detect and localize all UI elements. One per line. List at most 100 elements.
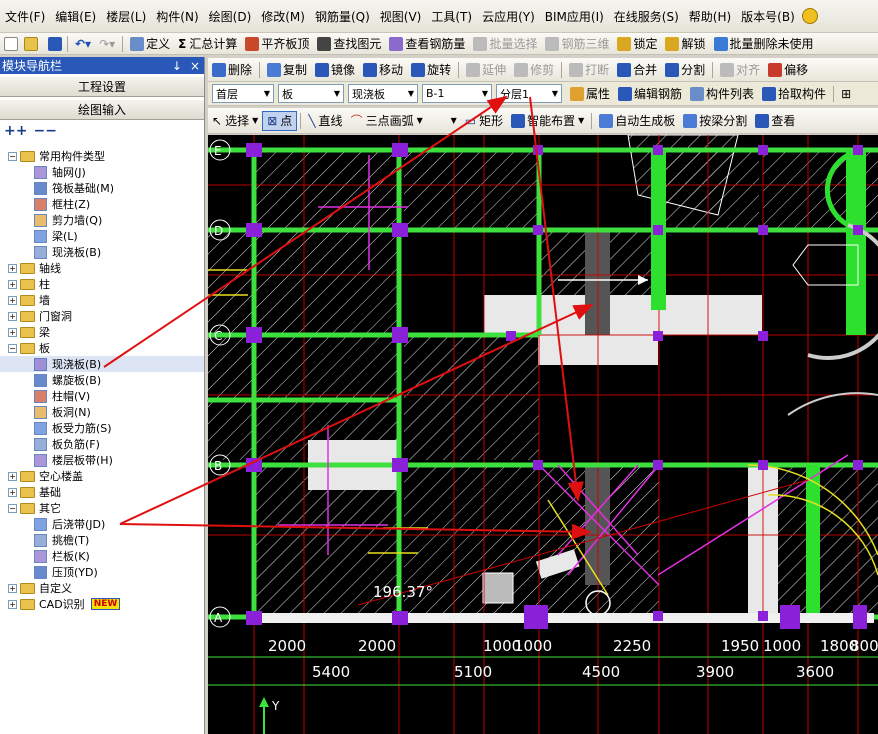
menu-bim[interactable]: BIM应用(I) [540,8,609,25]
menu-draw[interactable]: 绘图(D) [204,8,257,25]
drawing-canvas[interactable]: E D C B A 196.37° 2000 2000 1000 1000 22… [208,135,878,734]
trim-button[interactable]: 修剪 [510,60,558,80]
menu-component[interactable]: 构件(N) [151,8,203,25]
menu-help[interactable]: 帮助(H) [684,8,736,25]
tree-node[interactable]: 框柱(Z) [0,196,204,212]
tree-node[interactable]: − 其它 [0,500,204,516]
rect-button[interactable]: ▭ 矩形 [461,111,507,131]
expand-all-icon[interactable]: ++ [4,123,27,139]
undo-icon[interactable]: ↶▾ [71,34,95,54]
split-button[interactable]: 分割 [661,60,709,80]
tree-node[interactable]: 现浇板(B) [0,356,204,372]
menu-online[interactable]: 在线服务(S) [609,8,684,25]
extend-button[interactable]: 延伸 [462,60,510,80]
pick-element-button[interactable]: 拾取构件 [758,84,830,104]
tree-node[interactable]: 轴网(J) [0,164,204,180]
tree-node[interactable]: − 板 [0,340,204,356]
project-settings-button[interactable]: 工程设置 [0,76,204,97]
find-element-button[interactable]: 查找图元 [313,34,385,54]
menu-version[interactable]: 版本号(B) [736,8,800,25]
type-dropdown[interactable]: 现浇板 ▼ [348,84,418,103]
tree-node[interactable]: + 自定义 [0,580,204,596]
tree-node[interactable]: 压顶(YD) [0,564,204,580]
tree-node[interactable]: + 门窗洞 [0,308,204,324]
name-dropdown[interactable]: B-1 ▼ [422,84,492,103]
tree-node[interactable]: + 柱 [0,276,204,292]
tree-node[interactable]: 现浇板(B) [0,244,204,260]
copy-button[interactable]: 复制 [263,60,311,80]
collapse-all-icon[interactable]: −− [33,123,56,139]
tree-node[interactable]: + 梁 [0,324,204,340]
tree-node[interactable]: 螺旋板(B) [0,372,204,388]
new-file-icon[interactable] [4,36,18,51]
menu-rebar[interactable]: 钢筋量(Q) [310,8,375,25]
auto-board-button[interactable]: 自动生成板 [595,111,679,131]
menu-file[interactable]: 文件(F) [0,8,50,25]
tree-node[interactable]: 板洞(N) [0,404,204,420]
expand-icon[interactable]: + [8,295,17,305]
layer-dropdown[interactable]: 分层1 ▼ [496,84,562,103]
level-board-button[interactable]: 平齐板顶 [241,34,313,54]
view-button[interactable]: 查看 [751,111,799,131]
merge-button[interactable]: 合并 [613,60,661,80]
line-button[interactable]: ╲ 直线 [304,111,346,131]
menu-tools[interactable]: 工具(T) [426,8,477,25]
tree-node[interactable]: − 常用构件类型 [0,148,204,164]
batch-delete-button[interactable]: 批量删除未使用 [710,34,818,54]
menu-modify[interactable]: 修改(M) [256,8,310,25]
redo-icon[interactable]: ↷▾ [95,34,119,54]
expand-icon[interactable]: + [8,583,17,593]
split-by-beam-button[interactable]: 按梁分割 [679,111,751,131]
batch-select-button[interactable]: 批量选择 [469,34,541,54]
tree-node[interactable]: 梁(L) [0,228,204,244]
tree-node[interactable]: + 墙 [0,292,204,308]
expand-icon[interactable]: + [8,471,17,481]
arc-options-dropdown[interactable]: ▼ [427,111,461,131]
expand-icon[interactable]: + [8,311,17,321]
tree-node[interactable]: 栏板(K) [0,548,204,564]
delete-button[interactable]: 删除 [208,60,256,80]
grid-icon[interactable]: ⊞ [837,84,855,104]
tree-node[interactable]: + CAD识别 NEW [0,596,204,612]
expand-icon[interactable]: + [8,327,17,337]
open-folder-icon[interactable] [24,36,38,51]
menu-edit[interactable]: 编辑(E) [50,8,101,25]
break-button[interactable]: 打断 [565,60,613,80]
tree-node[interactable]: 板负筋(F) [0,436,204,452]
collapse-icon[interactable]: − [8,503,17,513]
smiley-icon[interactable] [801,8,818,24]
tree-node[interactable]: 柱帽(V) [0,388,204,404]
lock-button[interactable]: 锁定 [613,34,661,54]
menu-view[interactable]: 视图(V) [375,8,427,25]
expand-icon[interactable]: + [8,279,17,289]
rotate-button[interactable]: 旋转 [407,60,455,80]
move-button[interactable]: 移动 [359,60,407,80]
view-rebar-button[interactable]: 查看钢筋量 [385,34,469,54]
smart-layout-button[interactable]: 智能布置 ▼ [507,111,588,131]
point-button[interactable]: ⊠ 点 [262,110,298,131]
define-button[interactable]: 定义 [126,34,174,54]
select-button[interactable]: ↖ 选择 ▼ [208,111,262,131]
tree-node[interactable]: 后浇带(JD) [0,516,204,532]
drawing-input-button[interactable]: 绘图输入 [0,99,204,120]
offset-button[interactable]: 偏移 [764,60,812,80]
properties-button[interactable]: 属性 [566,84,614,104]
save-icon[interactable] [48,36,62,51]
menu-floor[interactable]: 楼层(L) [101,8,151,25]
tree-node[interactable]: 楼层板带(H) [0,452,204,468]
element-list-button[interactable]: 构件列表 [686,84,758,104]
tree-node[interactable]: + 基础 [0,484,204,500]
pin-icon[interactable]: ↓ [172,59,182,73]
collapse-icon[interactable]: − [8,151,17,161]
summary-button[interactable]: Σ 汇总计算 [174,34,241,54]
category-dropdown[interactable]: 板 ▼ [278,84,344,103]
unlock-button[interactable]: 解锁 [661,34,709,54]
collapse-icon[interactable]: − [8,343,17,353]
expand-icon[interactable]: + [8,599,17,609]
tree-node[interactable]: + 空心楼盖 [0,468,204,484]
tree-node[interactable]: 剪力墙(Q) [0,212,204,228]
arc-button[interactable]: ⌒ 三点画弧 ▼ [347,111,427,131]
edit-rebar-button[interactable]: 编辑钢筋 [614,84,686,104]
tree-node[interactable]: 挑檐(T) [0,532,204,548]
tree-node[interactable]: + 轴线 [0,260,204,276]
